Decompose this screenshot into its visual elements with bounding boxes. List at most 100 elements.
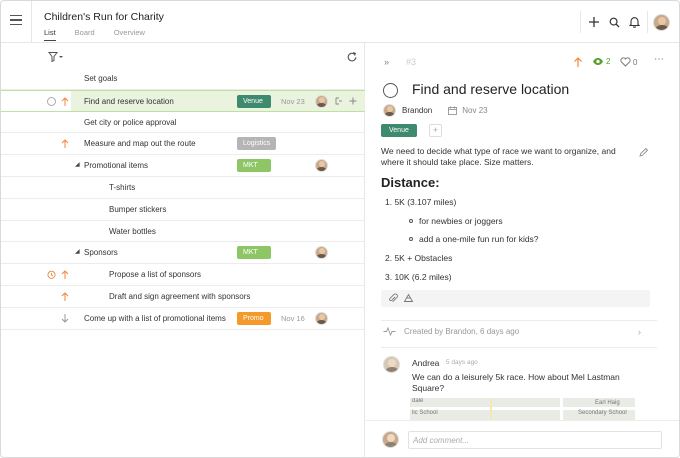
task-row[interactable]: Measure and map out the route Logistics [1,133,365,156]
task-title[interactable]: Propose a list of sponsors [109,270,201,279]
like-button[interactable]: 0 [620,57,637,67]
task-tag[interactable]: Promo [237,311,271,325]
avatar[interactable] [315,159,328,173]
task-number: #3 [406,57,417,67]
bell-icon[interactable] [624,12,644,32]
app-window: Children's Run for Charity ⌄ List Board … [0,0,680,458]
divider [381,320,657,321]
row-gutter [1,220,71,242]
map-label: lic School [412,410,438,416]
tab-overview[interactable]: Overview [114,28,145,41]
priority-up-icon[interactable] [61,96,69,107]
tab-board[interactable]: Board [75,28,95,41]
avatar[interactable] [382,431,399,448]
map-label: dale [412,398,424,404]
avatar[interactable] [315,246,328,260]
add-icon[interactable] [348,96,358,106]
watchers-button[interactable]: 2 [592,57,610,66]
chevron-right-icon[interactable]: › [638,327,641,337]
collapse-panel-icon[interactable]: » [384,57,389,67]
task-date[interactable]: Nov 16 [281,314,305,323]
task-title[interactable]: Sponsors [84,248,118,257]
search-icon[interactable] [604,12,624,32]
task-row[interactable]: Water bottles [1,220,365,243]
task-row[interactable]: ◢ Sponsors MKT [1,242,365,265]
task-tag[interactable]: Logistics [237,137,277,151]
activity-text: Created by Brandon, 6 days ago [404,327,520,336]
avatar[interactable] [383,356,400,373]
task-title[interactable]: Draft and sign agreement with sponsors [109,292,250,301]
due-date[interactable]: Nov 23 [462,106,487,115]
task-row[interactable]: Get city or police approval [1,111,365,134]
map-preview[interactable]: dale lic School Earl Haig Secondary Scho… [410,398,635,420]
avatar [652,13,670,31]
task-detail-pane: » #3 2 0 ⋯ Find and reserve location Bra… [366,43,679,457]
assignee-name[interactable]: Brandon [402,106,432,115]
avatar[interactable] [383,104,396,117]
task-row[interactable]: Find and reserve location Venue Nov 23 [1,89,365,112]
menu-icon[interactable] [10,15,22,26]
paperclip-icon[interactable] [388,293,398,304]
priority-down-icon[interactable] [61,313,69,324]
timer-icon[interactable] [47,270,56,280]
header-actions [577,11,671,33]
project-title[interactable]: Children's Run for Charity [44,11,164,23]
task-title[interactable]: Find and reserve location [412,81,569,97]
task-row[interactable]: Bumper stickers [1,198,365,221]
avatar[interactable] [315,94,328,108]
activity-log[interactable]: Created by Brandon, 6 days ago [383,327,519,336]
comment-input[interactable]: Add comment... [408,431,662,449]
map-road [560,398,563,420]
task-title[interactable]: Get city or police approval [84,118,177,127]
priority-up-icon[interactable] [61,138,69,149]
task-title[interactable]: Set goals [84,74,117,83]
priority-up-icon[interactable] [61,291,69,302]
more-options-icon[interactable]: ⋯ [654,54,665,65]
task-tag[interactable]: Venue [237,94,271,108]
task-title[interactable]: Come up with a list of promotional items [84,314,226,323]
task-tag[interactable]: MKT [237,246,271,260]
task-title[interactable]: Water bottles [109,227,156,236]
refresh-icon[interactable] [346,51,358,63]
complete-task-checkbox[interactable] [383,83,398,98]
task-row[interactable]: T-shirts [1,176,365,199]
priority-up-icon[interactable] [573,56,583,68]
add-tag-button[interactable]: + [429,124,442,137]
task-title[interactable]: Measure and map out the route [84,139,196,148]
pencil-icon[interactable] [638,147,649,158]
map-road [490,398,492,420]
priority-up-icon[interactable] [61,269,69,280]
row-gutter [1,111,71,133]
expand-caret-icon[interactable]: ◢ [75,248,80,255]
task-title[interactable]: T-shirts [109,183,135,192]
add-icon[interactable] [584,12,604,32]
task-tag[interactable]: MKT [237,159,271,173]
calendar-icon[interactable] [448,106,458,115]
list-item: 3. 10K (6.2 miles) [385,272,452,282]
task-row[interactable]: Come up with a list of promotional items… [1,307,365,330]
task-row[interactable]: ◢ Promotional items MKT [1,155,365,177]
task-title[interactable]: Promotional items [84,161,148,170]
tab-list[interactable]: List [44,28,56,41]
task-date[interactable]: Nov 23 [281,97,305,106]
task-row[interactable]: Draft and sign agreement with sponsors [1,285,365,308]
task-title[interactable]: Bumper stickers [109,205,166,214]
bullet-icon [409,219,413,223]
task-row[interactable]: Propose a list of sponsors [1,264,365,286]
cloud-drive-icon[interactable] [403,293,414,304]
chevron-down-icon[interactable]: ⌄ [154,13,161,22]
filter-icon[interactable] [48,51,64,63]
assignee-row: Brandon Nov 23 [383,104,488,117]
expand-caret-icon[interactable]: ◢ [75,161,80,168]
detail-toolbar: » #3 2 0 ⋯ [366,43,679,77]
row-gutter [1,176,71,198]
task-row[interactable]: Set goals [1,68,365,90]
subtask-icon[interactable] [334,96,344,106]
tag-venue[interactable]: Venue [381,124,417,137]
user-avatar[interactable] [651,12,671,32]
avatar[interactable] [315,311,328,325]
description-heading: Distance: [381,175,440,190]
task-title[interactable]: Find and reserve location [84,97,174,106]
complete-task-checkbox[interactable] [47,96,56,106]
task-description[interactable]: We need to decide what type of race we w… [381,146,636,168]
